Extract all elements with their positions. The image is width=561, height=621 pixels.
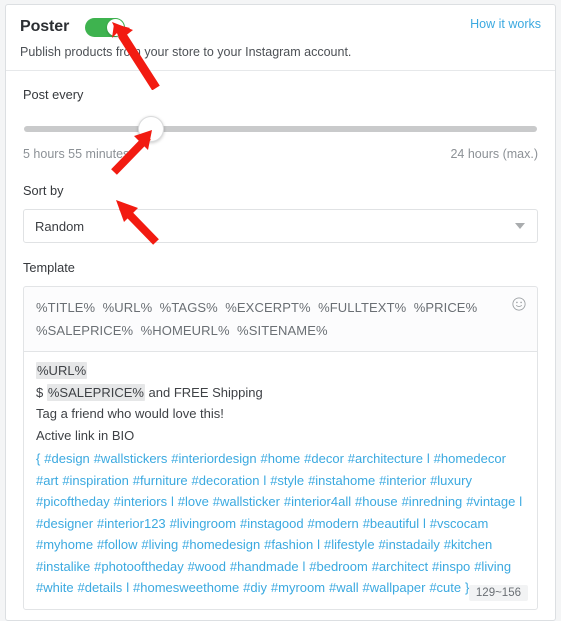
sort-by-selected-value: Random (35, 218, 85, 234)
post-every-slider[interactable] (23, 116, 538, 142)
token-url: %URL% (36, 362, 88, 379)
template-editor[interactable]: %URL% $ %SALEPRICE% and FREE Shipping Ta… (23, 351, 538, 610)
editor-line-saleprice: $ %SALEPRICE% and FREE Shipping (36, 382, 525, 404)
post-every-label: Post every (23, 87, 84, 102)
template-tokens-line-2[interactable]: %SALEPRICE% %HOMEURL% %SITENAME% (36, 319, 525, 342)
template-tokens-bar: %TITLE% %URL% %TAGS% %EXCERPT% %FULLTEXT… (23, 286, 538, 351)
editor-line-tag-friend: Tag a friend who would love this! (36, 406, 224, 421)
editor-hashtags-block: { #design #wallstickers #interiordesign … (36, 451, 523, 595)
how-it-works-link[interactable]: How it works (470, 17, 541, 31)
post-every-slider-handle[interactable] (138, 116, 164, 142)
slider-current-value: 5 hours 55 minutes (23, 147, 130, 161)
card-header: Poster How it works Publish products fro… (6, 5, 555, 71)
poster-settings-card: Poster How it works Publish products fro… (5, 4, 556, 621)
saleprice-suffix: and FREE Shipping (144, 384, 263, 400)
sort-by-label: Sort by (23, 183, 64, 198)
slider-legend: 5 hours 55 minutes 24 hours (max.) (23, 147, 538, 161)
poster-enable-toggle[interactable] (85, 17, 126, 37)
sort-by-select[interactable]: Random (23, 209, 538, 243)
character-counter-badge: 129~156 (468, 584, 528, 601)
editor-line-url: %URL% (36, 360, 525, 382)
slider-track[interactable] (24, 126, 537, 132)
editor-line-active-link: Active link in BIO (36, 427, 135, 443)
saleprice-prefix: $ (36, 384, 47, 400)
template-tokens-line-1[interactable]: %TITLE% %URL% %TAGS% %EXCERPT% %FULLTEXT… (36, 296, 525, 319)
header-title-row: Poster (20, 16, 541, 38)
slider-max-value: 24 hours (max.) (450, 147, 538, 161)
template-label: Template (23, 260, 75, 275)
toggle-knob (107, 18, 125, 36)
card-subtitle: Publish products from your store to your… (20, 45, 352, 59)
token-saleprice: %SALEPRICE% (46, 383, 145, 401)
card-body: Post every 5 hours 55 minutes 24 hours (… (6, 71, 555, 620)
chevron-down-icon (515, 223, 525, 229)
page-title: Poster (20, 18, 70, 35)
smiley-icon[interactable] (512, 297, 526, 311)
